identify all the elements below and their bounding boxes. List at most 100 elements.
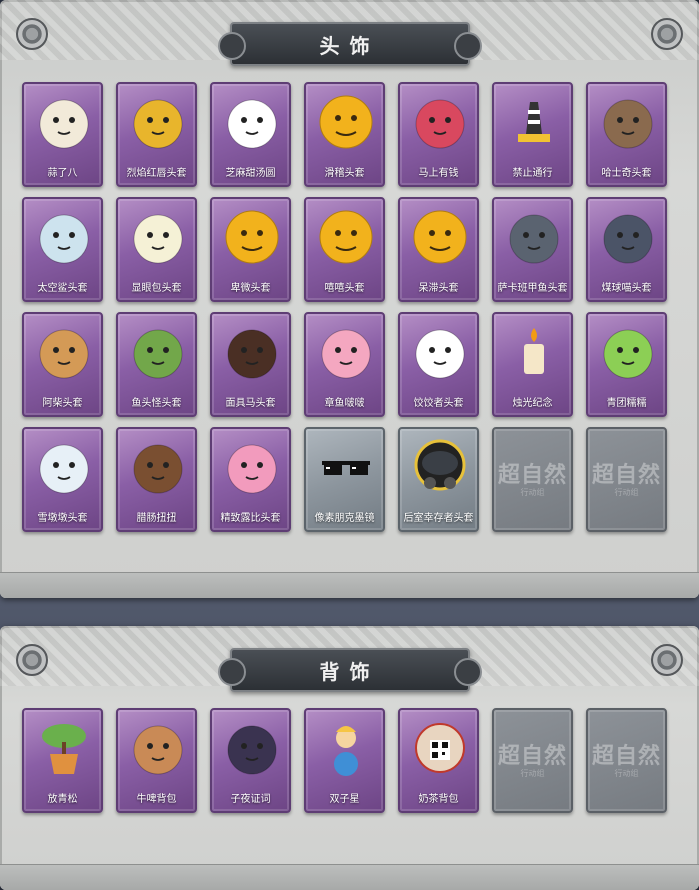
- item-slot[interactable]: 烈焰红唇头套: [116, 82, 197, 187]
- humble-emoji-icon: [222, 207, 282, 267]
- item-slot[interactable]: 青团糯糯: [586, 312, 667, 417]
- item-label: 哈士奇头套: [601, 168, 652, 179]
- item-slot[interactable]: 章鱼啵啵: [304, 312, 385, 417]
- smirk-emoji-icon: [316, 92, 376, 152]
- section-title: 背饰: [319, 659, 380, 684]
- item-slot[interactable]: 禁止通行: [492, 82, 573, 187]
- item-slot[interactable]: 腊肠扭扭: [116, 427, 197, 532]
- item-slot[interactable]: 烛光纪念: [492, 312, 573, 417]
- item-label: 阿柴头套: [42, 398, 83, 409]
- item-label: 饺饺者头套: [413, 398, 464, 409]
- pink-octopus-icon: [316, 322, 376, 382]
- corner-ornament-icon: [651, 644, 683, 676]
- item-label: 章鱼啵啵: [324, 398, 365, 409]
- item-slot[interactable]: 呆滞头套: [398, 197, 479, 302]
- item-label: 显眼包头套: [131, 283, 182, 294]
- item-label: 双子星: [329, 794, 360, 805]
- shark-head-icon: [34, 207, 94, 267]
- item-label: 像素朋克墨镜: [314, 513, 375, 524]
- item-label: 后室幸存者头套: [403, 513, 474, 524]
- empty-slot-watermark: 超自然: [592, 743, 662, 769]
- item-label: 太空鲨头套: [37, 283, 88, 294]
- bonsai-pot-icon: [34, 718, 94, 778]
- empty-item-slot[interactable]: 超自然 行动组: [586, 708, 667, 813]
- section-banner: 背饰: [217, 648, 482, 692]
- empty-slot-watermark-sub: 行动组: [614, 769, 639, 778]
- pikachu-sunglasses-icon: [128, 92, 188, 152]
- item-slot[interactable]: 哈士奇头套: [586, 82, 667, 187]
- item-label: 芝麻甜汤圆: [225, 168, 276, 179]
- item-slot[interactable]: 奶茶背包: [398, 708, 479, 813]
- item-label: 子夜证词: [230, 794, 271, 805]
- item-label: 萨卡班甲鱼头套: [497, 283, 568, 294]
- item-slot[interactable]: 子夜证词: [210, 708, 291, 813]
- item-label: 煤球喵头套: [601, 283, 652, 294]
- road-barrier-icon: [504, 92, 564, 152]
- empty-slot-watermark-sub: 行动组: [520, 488, 545, 497]
- empty-item-slot[interactable]: 超自然 行动组: [492, 708, 573, 813]
- sausage-dog-icon: [128, 437, 188, 497]
- item-label: 鱼头怪头套: [131, 398, 182, 409]
- item-slot[interactable]: 滑稽头套: [304, 82, 385, 187]
- back-accessory-panel: 背饰 放青松 牛啤背包 子夜证词 双子星 奶茶背包 超自然 行动组 超自然 行动组: [0, 626, 699, 890]
- item-label: 面具马头套: [225, 398, 276, 409]
- item-label: 精致露比头套: [220, 513, 281, 524]
- item-slot[interactable]: 牛啤背包: [116, 708, 197, 813]
- empty-item-slot[interactable]: 超自然 行动组: [586, 427, 667, 532]
- section-banner: 头饰: [217, 22, 482, 66]
- empty-slot-watermark: 超自然: [592, 462, 662, 488]
- milk-tea-qr-icon: [410, 718, 470, 778]
- item-label: 青团糯糯: [606, 398, 647, 409]
- gray-cat-icon: [598, 207, 658, 267]
- item-slot[interactable]: 芝麻甜汤圆: [210, 82, 291, 187]
- cow-beer-barrel-icon: [128, 718, 188, 778]
- item-label: 呆滞头套: [418, 283, 459, 294]
- item-slot[interactable]: 太空鲨头套: [22, 197, 103, 302]
- item-label: 滑稽头套: [324, 168, 365, 179]
- item-label: 牛啤背包: [136, 794, 177, 805]
- gas-mask-helmet-icon: [410, 437, 470, 497]
- item-slot[interactable]: 精致露比头套: [210, 427, 291, 532]
- cloud-face-icon: [410, 322, 470, 382]
- empty-slot-watermark: 超自然: [498, 462, 568, 488]
- head-accessory-panel: 头饰 蒜了八 烈焰红唇头套 芝麻甜汤圆 滑稽头套 马上有钱 禁止通行 哈士奇头套太空鲨头套 显…: [0, 0, 699, 598]
- item-slot[interactable]: 后室幸存者头套: [398, 427, 479, 532]
- item-slot[interactable]: 嘻嘻头套: [304, 197, 385, 302]
- green-rice-ball-icon: [598, 322, 658, 382]
- pink-beaver-icon: [222, 437, 282, 497]
- panel-bottom-rail: [0, 864, 699, 890]
- item-slot[interactable]: 萨卡班甲鱼头套: [492, 197, 573, 302]
- item-slot[interactable]: 像素朋克墨镜: [304, 427, 385, 532]
- item-label: 腊肠扭扭: [136, 513, 177, 524]
- item-slot[interactable]: 阿柴头套: [22, 312, 103, 417]
- item-label: 烈焰红唇头套: [126, 168, 187, 179]
- corner-ornament-icon: [16, 18, 48, 50]
- grin-emoji-icon: [316, 207, 376, 267]
- item-label: 奶茶背包: [418, 794, 459, 805]
- pixel-sunglasses-icon: [316, 437, 376, 497]
- item-slot[interactable]: 双子星: [304, 708, 385, 813]
- empty-slot-watermark-sub: 行动组: [614, 488, 639, 497]
- item-slot[interactable]: 饺饺者头套: [398, 312, 479, 417]
- corner-ornament-icon: [16, 644, 48, 676]
- garlic-face-icon: [34, 92, 94, 152]
- item-slot[interactable]: 放青松: [22, 708, 103, 813]
- empty-item-slot[interactable]: 超自然 行动组: [492, 427, 573, 532]
- item-slot[interactable]: 卑微头套: [210, 197, 291, 302]
- snowman-hat-icon: [34, 437, 94, 497]
- item-slot[interactable]: 雪墩墩头套: [22, 427, 103, 532]
- panel-bottom-rail: [0, 572, 699, 598]
- item-label: 马上有钱: [418, 168, 459, 179]
- item-slot[interactable]: 显眼包头套: [116, 197, 197, 302]
- light-bulb-crown-icon: [128, 207, 188, 267]
- item-slot[interactable]: 煤球喵头套: [586, 197, 667, 302]
- back-item-grid: 放青松 牛啤背包 子夜证词 双子星 奶茶背包 超自然 行动组 超自然 行动组: [22, 708, 667, 813]
- item-slot[interactable]: 面具马头套: [210, 312, 291, 417]
- item-label: 烛光纪念: [512, 398, 553, 409]
- candle-icon: [504, 322, 564, 382]
- item-slot[interactable]: 马上有钱: [398, 82, 479, 187]
- item-slot[interactable]: 蒜了八: [22, 82, 103, 187]
- red-horse-icon: [410, 92, 470, 152]
- item-label: 嘻嘻头套: [324, 283, 365, 294]
- item-slot[interactable]: 鱼头怪头套: [116, 312, 197, 417]
